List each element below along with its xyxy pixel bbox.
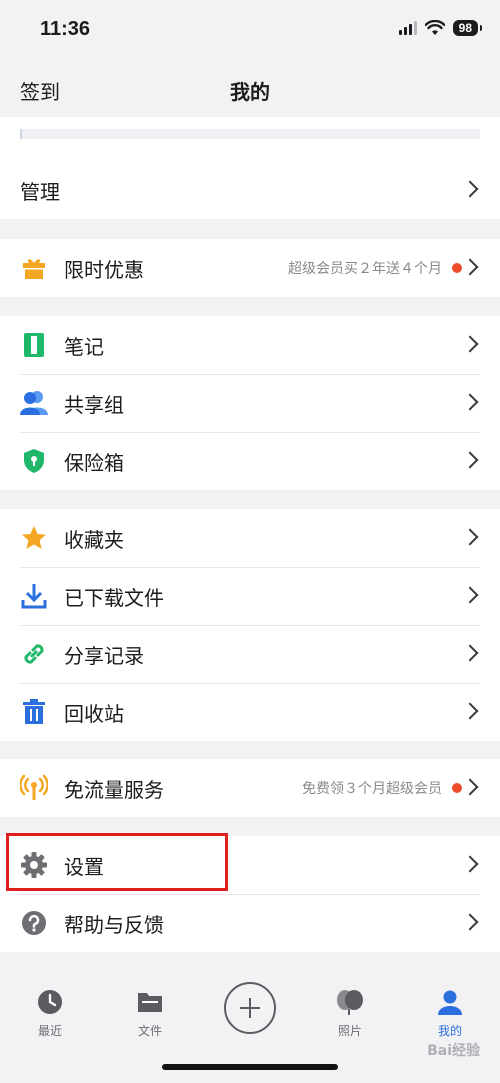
page-title: 我的 [230,80,270,104]
chevron-right-icon [461,528,479,546]
traffic-row[interactable]: 免流量服务 免费领３个月超级会员 [0,759,500,817]
promo-label: 限时优惠 [64,257,144,282]
notification-dot [452,783,462,793]
antenna-icon [20,774,48,802]
group-files: 收藏夹 已下载文件 分享记录 回收站 [0,509,500,741]
storage-strip [0,117,500,161]
promo-row[interactable]: 限时优惠 超级会员买２年送４个月 [0,239,500,297]
vault-label: 保险箱 [64,450,124,475]
downloads-label: 已下载文件 [64,585,164,610]
chevron-right-icon [461,913,479,931]
folder-icon [120,988,180,1016]
plus-icon [240,998,260,1018]
battery-indicator: 98 [452,20,483,36]
clock-icon [20,988,80,1016]
chevron-right-icon [461,644,479,662]
status-time: 11:36 [40,18,91,40]
share-history-label: 分享记录 [64,643,144,668]
recycle-bin-label: 回收站 [64,701,124,726]
tab-recent[interactable]: 最近 [20,988,80,1039]
tab-mine[interactable]: 我的 [420,988,480,1039]
trash-icon [20,698,48,726]
highlight-box [6,833,228,891]
group-traffic: 免流量服务 免费领３个月超级会员 [0,759,500,817]
watermark: Bai经验 [427,1043,480,1059]
storage-bar [20,129,480,139]
promo-hint: 超级会员买２年送４个月 [288,261,442,277]
help-feedback-label: 帮助与反馈 [64,912,164,937]
share-group-row[interactable]: 共享组 [0,374,500,432]
notebook-icon [20,331,48,359]
help-icon [20,909,48,937]
cellular-signal-icon [398,21,417,35]
favorites-label: 收藏夹 [64,527,124,552]
users-icon [20,389,48,417]
download-icon [20,582,48,610]
notification-dot [452,263,462,273]
chevron-right-icon [461,258,479,276]
user-icon [420,988,480,1016]
shield-lock-icon [20,447,48,475]
vault-row[interactable]: 保险箱 [0,432,500,490]
traffic-hint: 免费领３个月超级会员 [302,781,442,797]
nav-bar: 我的 签到 [0,60,500,117]
group-tools: 笔记 共享组 保险箱 [0,316,500,490]
share-history-row[interactable]: 分享记录 [0,625,500,683]
recycle-bin-row[interactable]: 回收站 [0,683,500,741]
tab-photos-label: 照片 [337,1024,362,1038]
status-icons: 98 [398,20,483,36]
star-icon [20,524,48,552]
chevron-right-icon [461,586,479,604]
group-promo: 限时优惠 超级会员买２年送４个月 [0,239,500,297]
chevron-right-icon [461,393,479,411]
notes-row[interactable]: 笔记 [0,316,500,374]
chevron-right-icon [461,335,479,353]
tab-photos[interactable]: 照片 [320,988,380,1039]
downloads-row[interactable]: 已下载文件 [0,567,500,625]
tab-files[interactable]: 文件 [120,988,180,1039]
chevron-right-icon [461,180,479,198]
chevron-right-icon [461,855,479,873]
status-bar: 11:36 98 [0,0,500,60]
manage-label: 管理 [20,179,60,204]
photos-icon [320,988,380,1016]
tab-mine-label: 我的 [437,1024,462,1038]
help-feedback-row[interactable]: 帮助与反馈 [0,894,500,952]
gift-icon [20,254,48,282]
add-button[interactable] [224,982,276,1034]
tab-files-label: 文件 [137,1024,162,1038]
wifi-icon [424,20,445,35]
checkin-button[interactable]: 签到 [20,76,60,105]
traffic-label: 免流量服务 [64,777,164,802]
tab-recent-label: 最近 [37,1024,62,1038]
chevron-right-icon [461,451,479,469]
group-manage: 管理 [0,161,500,219]
share-group-label: 共享组 [64,392,124,417]
chevron-right-icon [461,778,479,796]
notes-label: 笔记 [64,334,104,359]
home-indicator [162,1064,338,1070]
manage-row[interactable]: 管理 [0,161,500,219]
chevron-right-icon [461,702,479,720]
favorites-row[interactable]: 收藏夹 [0,509,500,567]
link-icon [20,640,48,668]
